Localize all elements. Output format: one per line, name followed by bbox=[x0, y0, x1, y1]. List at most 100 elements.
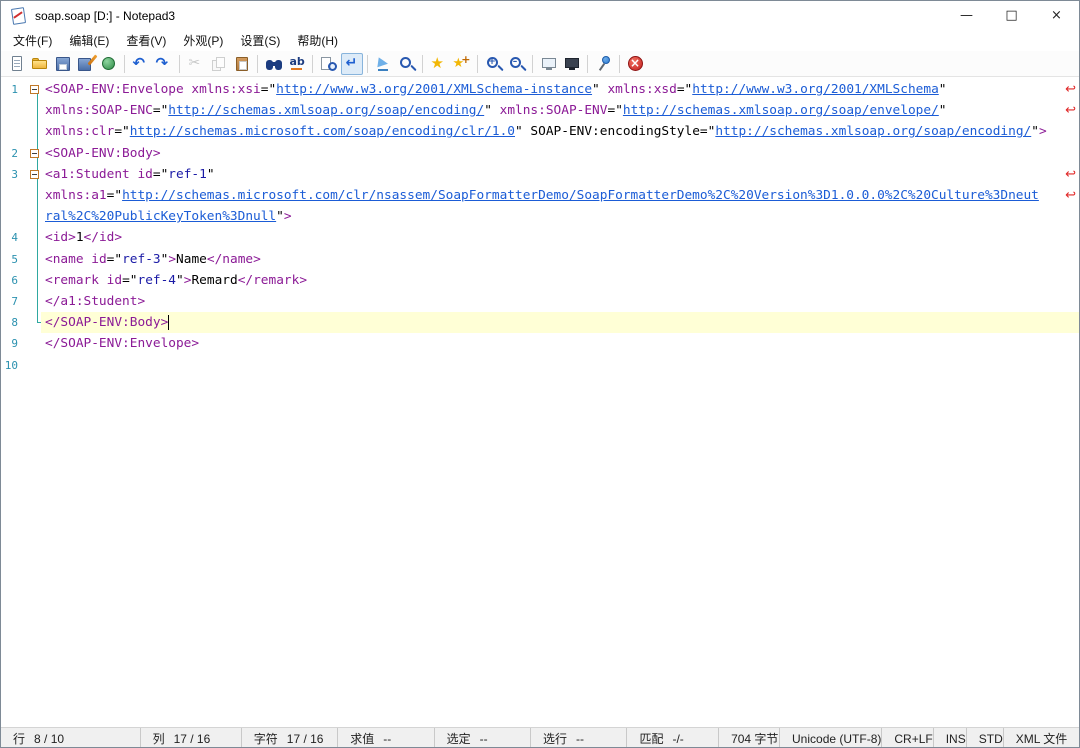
hyperlink[interactable]: http://schemas.xmlsoap.org/soap/encoding… bbox=[715, 124, 1031, 139]
tb-save-file-button[interactable] bbox=[52, 53, 74, 75]
minimize-button[interactable]: — bbox=[944, 1, 989, 30]
syntax-token: ref-1 bbox=[168, 167, 207, 182]
wrap-marker-icon: ↩ bbox=[1065, 80, 1076, 99]
syntax-token: ref-3 bbox=[122, 252, 161, 267]
status-selection[interactable]: 选定-- bbox=[435, 728, 531, 748]
tb-new-file-button[interactable] bbox=[6, 53, 28, 75]
status-insert-mode[interactable]: INS bbox=[934, 728, 967, 748]
status-sel-lines[interactable]: 选行-- bbox=[531, 728, 627, 748]
tb-scheme-config-button[interactable] bbox=[561, 53, 583, 75]
status-column[interactable]: 列17 / 16 bbox=[141, 728, 242, 748]
status-bytes[interactable]: 704 字节 bbox=[719, 728, 780, 748]
status-insert-mode-value: INS bbox=[946, 732, 966, 746]
hyperlink[interactable]: http://www.w3.org/2001/XMLSchema-instanc… bbox=[276, 82, 592, 97]
tb-favorites-add-button[interactable] bbox=[451, 53, 473, 75]
status-sel-lines-value: -- bbox=[576, 732, 584, 746]
tb-paste-button[interactable] bbox=[231, 53, 253, 75]
status-chars-label: 字符 bbox=[254, 730, 278, 747]
tb-replace-button[interactable] bbox=[286, 53, 308, 75]
fold-margin bbox=[27, 312, 41, 333]
tb-favorites-open-button[interactable] bbox=[428, 53, 450, 75]
status-eol[interactable]: CR+LF bbox=[882, 728, 933, 748]
fold-collapse-marker[interactable] bbox=[30, 170, 39, 179]
editor-rows: 1<SOAP-ENV:Envelope xmlns:xsi="http://ww… bbox=[1, 77, 1079, 376]
fold-collapse-marker[interactable] bbox=[30, 149, 39, 158]
code-line[interactable]: <id>1</id> bbox=[41, 227, 1079, 248]
pin-on-top-icon bbox=[595, 55, 613, 73]
code-line[interactable]: <SOAP-ENV:Envelope xmlns:xsi="http://www… bbox=[41, 79, 1079, 100]
editor[interactable]: 1<SOAP-ENV:Envelope xmlns:xsi="http://ww… bbox=[1, 76, 1079, 727]
code-line[interactable]: <name id="ref-3">Name</name> bbox=[41, 249, 1079, 270]
hyperlink[interactable]: http://schemas.xmlsoap.org/soap/encoding… bbox=[168, 103, 484, 118]
editor-row: 1<SOAP-ENV:Envelope xmlns:xsi="http://ww… bbox=[1, 79, 1079, 100]
fold-collapse-marker[interactable] bbox=[30, 85, 39, 94]
app-icon[interactable] bbox=[10, 7, 27, 24]
hyperlink[interactable]: http://schemas.microsoft.com/soap/encodi… bbox=[130, 124, 515, 139]
code-line[interactable]: </SOAP-ENV:Envelope> bbox=[41, 333, 1079, 354]
paste-icon bbox=[233, 55, 251, 73]
status-line[interactable]: 行8 / 10 bbox=[1, 728, 141, 748]
tb-undo-button[interactable] bbox=[130, 53, 152, 75]
syntax-token: xmlns:clr bbox=[45, 124, 114, 139]
menu-appearance[interactable]: 外观(P) bbox=[175, 30, 231, 51]
notepad3-window: soap.soap [D:] - Notepad3 — □ × 文件(F)编辑(… bbox=[0, 0, 1080, 748]
tb-cut-button[interactable] bbox=[185, 53, 207, 75]
tb-save-as-button[interactable] bbox=[75, 53, 97, 75]
tb-copy-button[interactable] bbox=[208, 53, 230, 75]
tb-exit-button[interactable] bbox=[625, 53, 647, 75]
tb-hyperlink-hotspots-button[interactable] bbox=[373, 53, 395, 75]
code-line[interactable]: xmlns:a1="http://schemas.microsoft.com/c… bbox=[41, 185, 1079, 206]
code-line[interactable]: ral%2C%20PublicKeyToken%3Dnull"> bbox=[41, 206, 1079, 227]
save-file-icon bbox=[54, 55, 72, 73]
code-line[interactable]: </SOAP-ENV:Body> bbox=[41, 312, 1079, 333]
menu-edit[interactable]: 编辑(E) bbox=[61, 30, 117, 51]
hyperlink[interactable]: http://schemas.microsoft.com/clr/nsassem… bbox=[122, 188, 1039, 203]
tb-word-wrap-button[interactable] bbox=[341, 53, 363, 75]
code-line[interactable]: xmlns:SOAP-ENC="http://schemas.xmlsoap.o… bbox=[41, 100, 1079, 121]
zoom-in-icon bbox=[485, 55, 503, 73]
tb-redo-button[interactable] bbox=[153, 53, 175, 75]
maximize-button[interactable]: □ bbox=[989, 1, 1034, 30]
menu-settings[interactable]: 设置(S) bbox=[232, 30, 288, 51]
fold-margin bbox=[27, 249, 41, 270]
code-line[interactable]: </a1:Student> bbox=[41, 291, 1079, 312]
code-line[interactable]: <a1:Student id="ref-1" bbox=[41, 164, 1079, 185]
tb-browse-button[interactable] bbox=[98, 53, 120, 75]
hyperlink[interactable]: http://www.w3.org/2001/XMLSchema bbox=[692, 82, 939, 97]
code-line[interactable]: <SOAP-ENV:Body> bbox=[41, 143, 1079, 164]
syntax-token: <SOAP-ENV:Envelope bbox=[45, 82, 191, 97]
status-chars[interactable]: 字符17 / 16 bbox=[242, 728, 338, 748]
syntax-token: xmlns:a1 bbox=[45, 188, 107, 203]
syntax-token: </SOAP-ENV:Body> bbox=[45, 315, 168, 330]
tb-zoom-in-button[interactable] bbox=[483, 53, 505, 75]
tb-open-with-button[interactable] bbox=[318, 53, 340, 75]
tb-open-file-button[interactable] bbox=[29, 53, 51, 75]
menu-help[interactable]: 帮助(H) bbox=[289, 30, 346, 51]
tb-scheme-select-button[interactable] bbox=[538, 53, 560, 75]
syntax-token: Remard bbox=[191, 273, 237, 288]
hyperlink[interactable]: ral%2C%20PublicKeyToken%3Dnull bbox=[45, 209, 276, 224]
toolbar-separator bbox=[477, 55, 478, 73]
code-line[interactable]: <remark id="ref-4">Remard</remark> bbox=[41, 270, 1079, 291]
syntax-token: <a1:Student bbox=[45, 167, 137, 182]
close-button[interactable]: × bbox=[1034, 1, 1079, 30]
status-std[interactable]: STD bbox=[967, 728, 1004, 748]
status-encoding[interactable]: Unicode (UTF-8) bbox=[780, 728, 882, 748]
fold-margin bbox=[27, 164, 41, 185]
code-line[interactable]: xmlns:clr="http://schemas.microsoft.com/… bbox=[41, 121, 1079, 142]
status-eol-value: CR+LF bbox=[894, 732, 932, 746]
status-matches[interactable]: 匹配-/- bbox=[627, 728, 719, 748]
tb-doc-zoom-button[interactable] bbox=[396, 53, 418, 75]
tb-pin-on-top-button[interactable] bbox=[593, 53, 615, 75]
hyperlink[interactable]: http://schemas.xmlsoap.org/soap/envelope… bbox=[623, 103, 939, 118]
tb-find-button[interactable] bbox=[263, 53, 285, 75]
syntax-token: > bbox=[168, 252, 176, 267]
menu-file[interactable]: 文件(F) bbox=[5, 30, 60, 51]
syntax-token: </SOAP-ENV:Envelope> bbox=[45, 336, 199, 351]
status-eval[interactable]: 求值-- bbox=[338, 728, 434, 748]
fold-margin bbox=[27, 354, 41, 375]
menu-view[interactable]: 查看(V) bbox=[118, 30, 174, 51]
fold-margin bbox=[27, 270, 41, 291]
status-file-type[interactable]: XML 文件 bbox=[1004, 728, 1079, 748]
tb-zoom-out-button[interactable] bbox=[506, 53, 528, 75]
